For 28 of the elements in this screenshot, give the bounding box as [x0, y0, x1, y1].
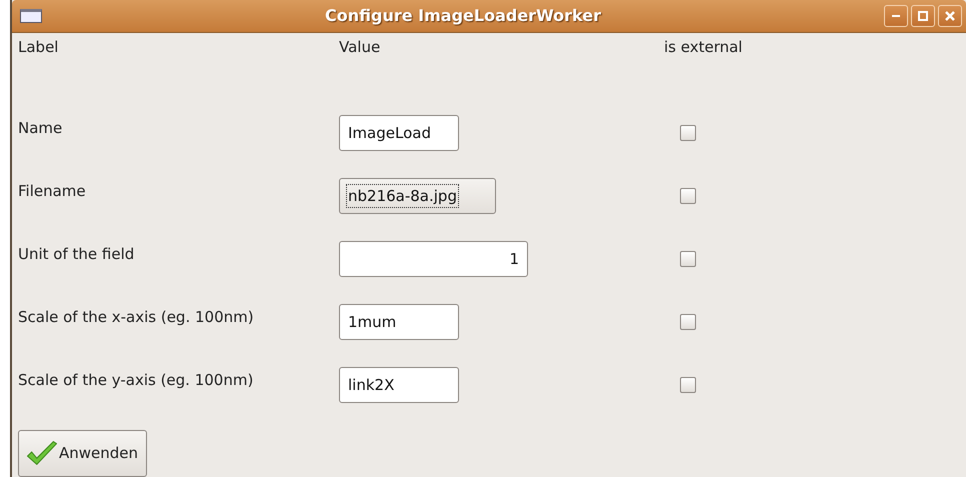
field-label: Scale of the x-axis (eg. 100nm) — [18, 308, 254, 326]
checkbox[interactable] — [680, 188, 696, 204]
minimize-button[interactable] — [884, 4, 908, 27]
field-label: Filename — [18, 182, 86, 200]
window-title: Configure ImageLoaderWorker — [324, 6, 602, 26]
input-field[interactable]: link2X — [339, 366, 459, 403]
column-header: is external — [664, 38, 742, 56]
checkmark-icon — [27, 441, 57, 466]
checkbox[interactable] — [680, 250, 696, 267]
maximize-button[interactable] — [911, 4, 935, 27]
close-icon — [945, 10, 955, 21]
field-label: Unit of the field — [18, 244, 134, 263]
minimize-icon — [892, 14, 900, 17]
apply-button[interactable]: Anwenden — [18, 430, 148, 477]
input-field[interactable]: 1mum — [339, 304, 459, 340]
column-header: Value — [339, 38, 380, 56]
maximize-icon — [918, 10, 928, 21]
input-field[interactable]: ImageLoad — [339, 114, 459, 151]
checkbox[interactable] — [680, 124, 696, 141]
file-chooser-button[interactable]: nb216a-8a.jpg — [339, 178, 496, 214]
close-button[interactable] — [938, 4, 962, 27]
field-label: Name — [18, 118, 62, 137]
number-field[interactable]: 1 — [339, 240, 528, 277]
checkbox[interactable] — [680, 314, 696, 330]
column-header: Label — [18, 38, 58, 56]
checkbox[interactable] — [680, 376, 696, 393]
window-icon — [20, 8, 42, 23]
field-label: Scale of the y-axis (eg. 100nm) — [18, 370, 254, 389]
